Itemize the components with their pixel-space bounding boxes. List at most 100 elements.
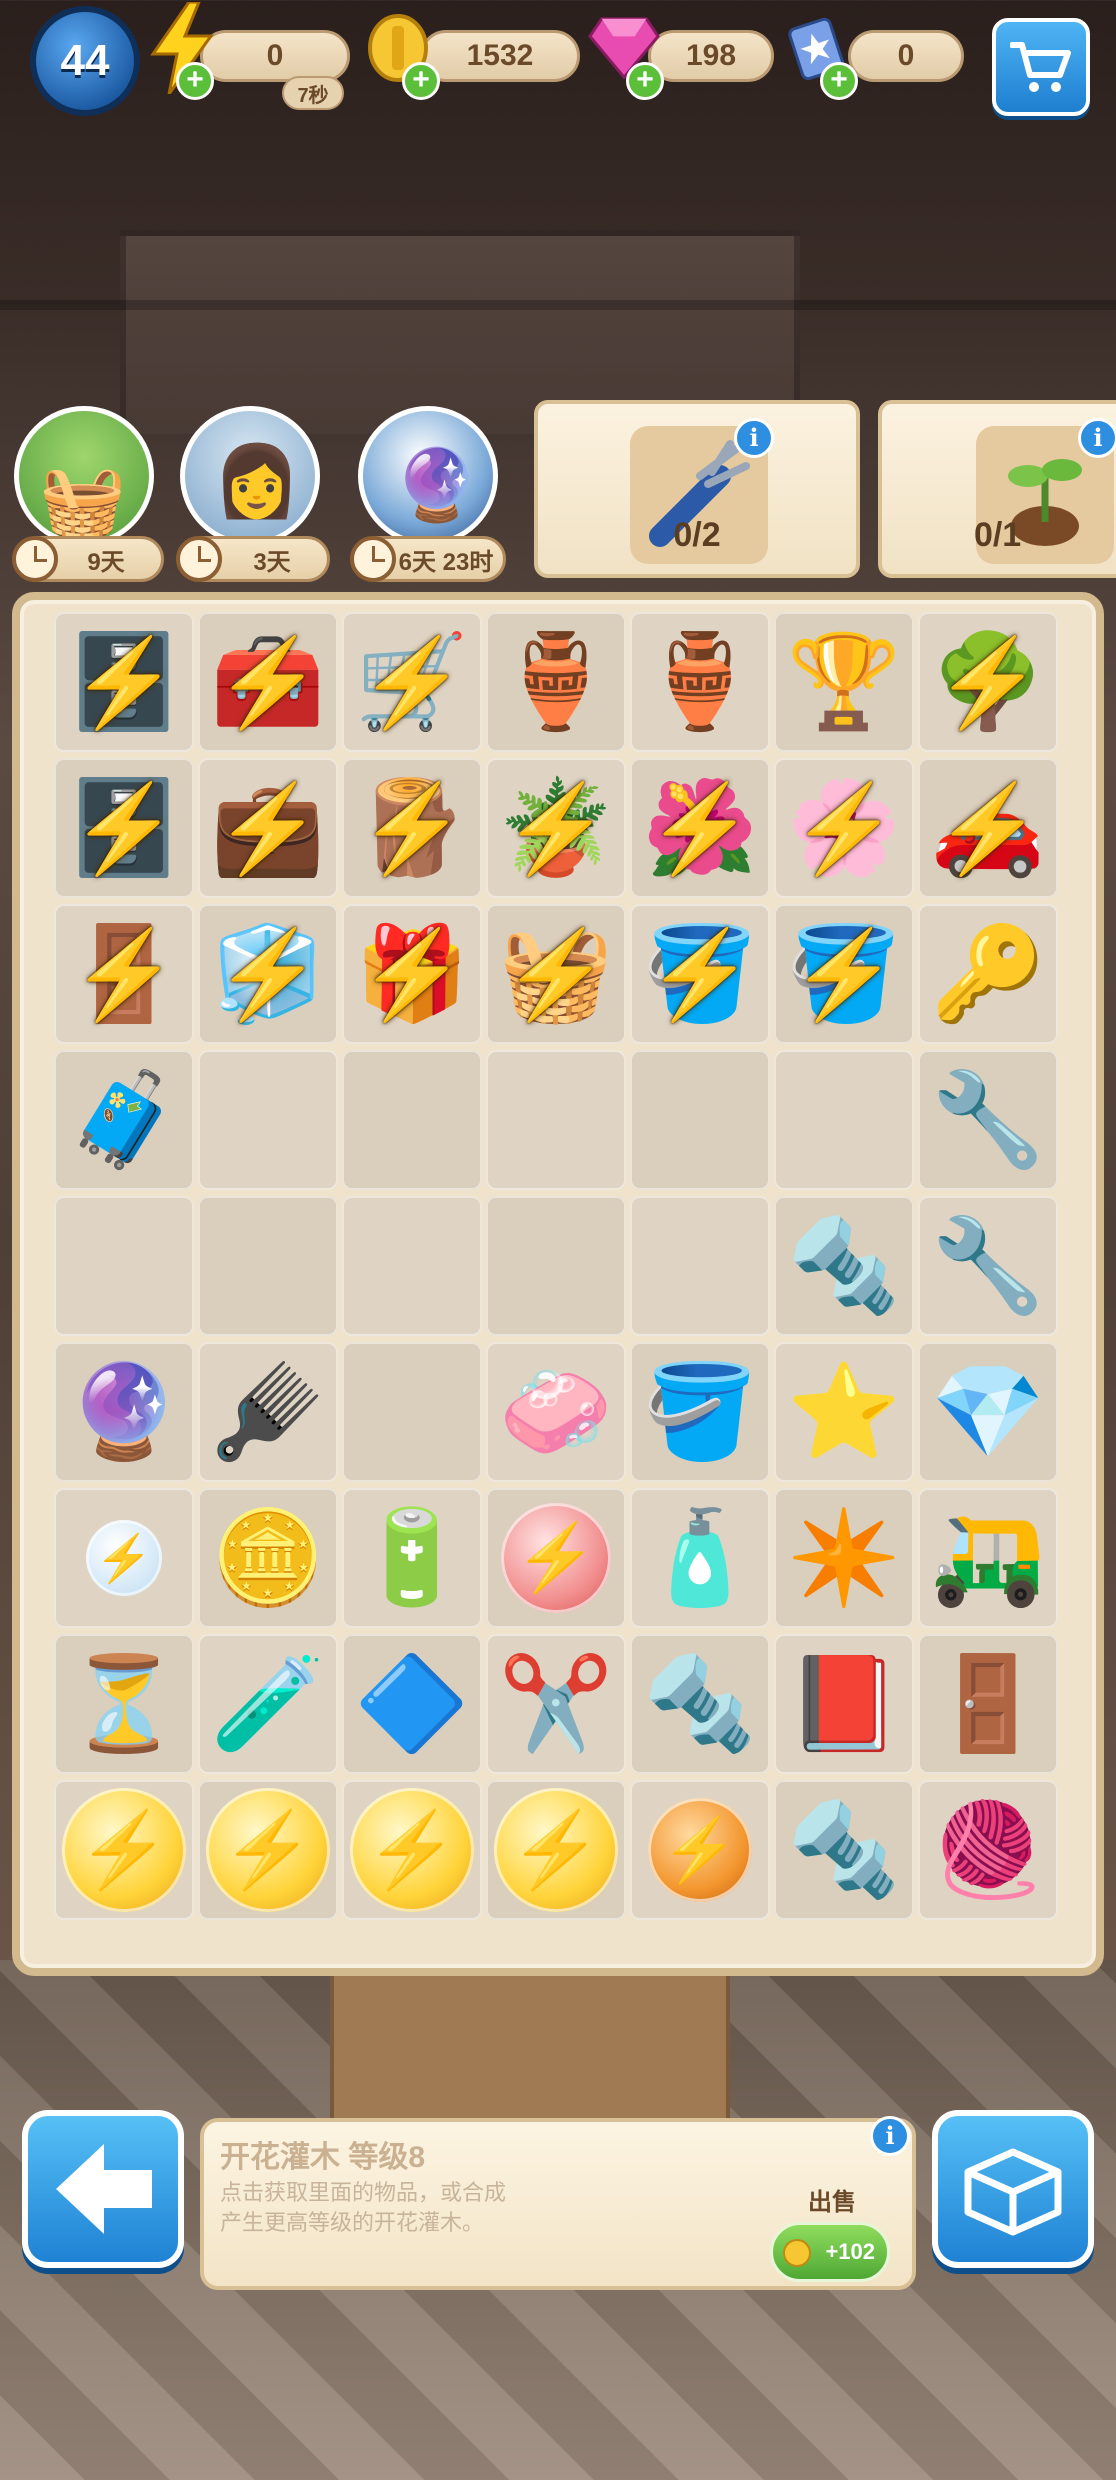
board-cell[interactable]: [342, 1050, 482, 1190]
board-cell[interactable]: [774, 1050, 914, 1190]
board-cell[interactable]: ✂️: [486, 1634, 626, 1774]
board-cell[interactable]: 🏺: [630, 612, 770, 752]
board-cell[interactable]: 🧼: [486, 1342, 626, 1482]
board-cell[interactable]: [630, 1050, 770, 1190]
cabinet-icon[interactable]: 🚪 ⚡: [60, 910, 188, 1038]
board-cell[interactable]: [486, 1050, 626, 1190]
energy-bubble-icon[interactable]: ⚡: [62, 1788, 186, 1912]
cables-icon[interactable]: 🧶: [924, 1786, 1052, 1914]
dresser-fruit-icon[interactable]: 🗄️ ⚡: [60, 764, 188, 892]
toolbox-orange-icon[interactable]: 🧳: [60, 1056, 188, 1184]
board-cell[interactable]: 🔩: [774, 1780, 914, 1920]
book-box-icon[interactable]: 📕: [780, 1640, 908, 1768]
board-cell[interactable]: 🌸 ⚡: [774, 758, 914, 898]
keys-icon[interactable]: 🔑: [924, 910, 1052, 1038]
energy-bubble-icon[interactable]: ⚡: [206, 1788, 330, 1912]
board-cell[interactable]: 🔧: [918, 1050, 1058, 1190]
wrench-set-icon[interactable]: 🔧: [924, 1202, 1052, 1330]
info-icon[interactable]: i: [1078, 418, 1116, 458]
hourglass-icon[interactable]: ⏳: [60, 1640, 188, 1768]
board-cell[interactable]: 🌺 ⚡: [630, 758, 770, 898]
board-cell[interactable]: 🧺 ⚡: [486, 904, 626, 1044]
gem-counter[interactable]: 198: [648, 30, 774, 82]
jewelry-box-icon[interactable]: 🎁 ⚡: [348, 910, 476, 1038]
board-cell[interactable]: 💎: [918, 1342, 1058, 1482]
briefcase-tools-icon[interactable]: 💼 ⚡: [204, 764, 332, 892]
board-cell[interactable]: 🔮: [54, 1342, 194, 1482]
bolts-icon[interactable]: 🔩: [780, 1202, 908, 1330]
garden-trolley-icon[interactable]: 🪣 ⚡: [636, 910, 764, 1038]
board-cell[interactable]: ⚡: [54, 1780, 194, 1920]
blue-star-big-icon[interactable]: ✴️: [780, 1494, 908, 1622]
task-card-multitool[interactable]: 0/2 i: [534, 400, 860, 578]
character-avatar-binoculars[interactable]: 👩: [180, 406, 320, 546]
board-cell[interactable]: 🌳 ⚡: [918, 612, 1058, 752]
board-cell[interactable]: 🪣 ⚡: [774, 904, 914, 1044]
character-avatar-easter[interactable]: 🧺: [14, 406, 154, 546]
soap-bottle-icon[interactable]: 🧴: [636, 1494, 764, 1622]
board-cell[interactable]: 🪴 ⚡: [486, 758, 626, 898]
gem-plus-button[interactable]: +: [626, 62, 664, 100]
board-cell[interactable]: ⚡: [198, 1780, 338, 1920]
board-cell[interactable]: ⭐: [774, 1342, 914, 1482]
sell-button[interactable]: +102: [770, 2222, 890, 2282]
hand-truck-icon[interactable]: 🛺: [924, 1494, 1052, 1622]
flowering-shrub-icon[interactable]: 🌺 ⚡: [636, 764, 764, 892]
card-plus-button[interactable]: +: [820, 62, 858, 100]
board-cell[interactable]: 🪣 ⚡: [630, 904, 770, 1044]
barrel-tools-icon[interactable]: 🪣 ⚡: [780, 910, 908, 1038]
coin-pile-icon[interactable]: 🪙: [204, 1494, 332, 1622]
board-cell[interactable]: [198, 1050, 338, 1190]
board-cell[interactable]: 🔋: [342, 1488, 482, 1628]
board-cell[interactable]: [342, 1342, 482, 1482]
board-cell[interactable]: 🛒 ⚡: [342, 612, 482, 752]
tool-chest-open-icon[interactable]: 🧰 ⚡: [204, 618, 332, 746]
coin-counter[interactable]: 1532: [420, 30, 580, 82]
door-package-icon[interactable]: 🚪: [924, 1640, 1052, 1768]
flower-box-icon[interactable]: 🌸 ⚡: [780, 764, 908, 892]
pliers-icon[interactable]: ✂️: [492, 1640, 620, 1768]
pink-gems-icon[interactable]: 💎: [924, 1348, 1052, 1476]
dresser-fruit-icon[interactable]: 🗄️ ⚡: [60, 618, 188, 746]
board-cell[interactable]: ⚡: [54, 1488, 194, 1628]
board-cell[interactable]: 🧪: [198, 1634, 338, 1774]
board-cell[interactable]: 🧴: [630, 1488, 770, 1628]
board-cell[interactable]: [54, 1196, 194, 1336]
glue-tube-icon[interactable]: 🧪: [204, 1640, 332, 1768]
board-cell[interactable]: 🔧: [918, 1196, 1058, 1336]
board-cell[interactable]: 🏆: [774, 612, 914, 752]
energy-bubble-small-icon[interactable]: ⚡: [86, 1520, 162, 1596]
back-button[interactable]: [22, 2110, 184, 2268]
energy-bubble-orange-icon[interactable]: ⚡: [648, 1798, 752, 1902]
board-cell[interactable]: [486, 1196, 626, 1336]
wooden-cart-icon[interactable]: 🪵 ⚡: [348, 764, 476, 892]
board-cell[interactable]: 🧶: [918, 1780, 1058, 1920]
board-cell[interactable]: 🎁 ⚡: [342, 904, 482, 1044]
crystal-ball-icon[interactable]: 🔮: [60, 1348, 188, 1476]
brush-icon[interactable]: 🪮: [204, 1348, 332, 1476]
board-cell[interactable]: ⏳: [54, 1634, 194, 1774]
board-cell[interactable]: 🪣: [630, 1342, 770, 1482]
porcelain-vase-icon[interactable]: 🏺: [636, 618, 764, 746]
board-cell[interactable]: 🧊 ⚡: [198, 904, 338, 1044]
board-cell[interactable]: ⚡: [486, 1780, 626, 1920]
board-cell[interactable]: 🛺: [918, 1488, 1058, 1628]
board-cell[interactable]: [342, 1196, 482, 1336]
board-cell[interactable]: ⚡: [630, 1780, 770, 1920]
board-cell[interactable]: 🚪 ⚡: [54, 904, 194, 1044]
locker-icon[interactable]: 🧊 ⚡: [204, 910, 332, 1038]
info-icon[interactable]: i: [870, 2116, 910, 2156]
board-cell[interactable]: [198, 1196, 338, 1336]
board-cell[interactable]: 🚗 ⚡: [918, 758, 1058, 898]
potted-plant-icon[interactable]: 🪴 ⚡: [492, 764, 620, 892]
screws-springs-icon[interactable]: 🔩: [636, 1640, 764, 1768]
shop-cart-button[interactable]: [992, 18, 1090, 116]
board-cell[interactable]: 🪵 ⚡: [342, 758, 482, 898]
glass-vase-icon[interactable]: 🏆: [780, 618, 908, 746]
board-cell[interactable]: 🗄️ ⚡: [54, 758, 194, 898]
coin-plus-button[interactable]: +: [402, 62, 440, 100]
level-badge[interactable]: 44: [30, 6, 140, 116]
toy-car-icon[interactable]: 🚗 ⚡: [924, 764, 1052, 892]
energy-plus-button[interactable]: +: [176, 62, 214, 100]
board-cell[interactable]: ✴️: [774, 1488, 914, 1628]
